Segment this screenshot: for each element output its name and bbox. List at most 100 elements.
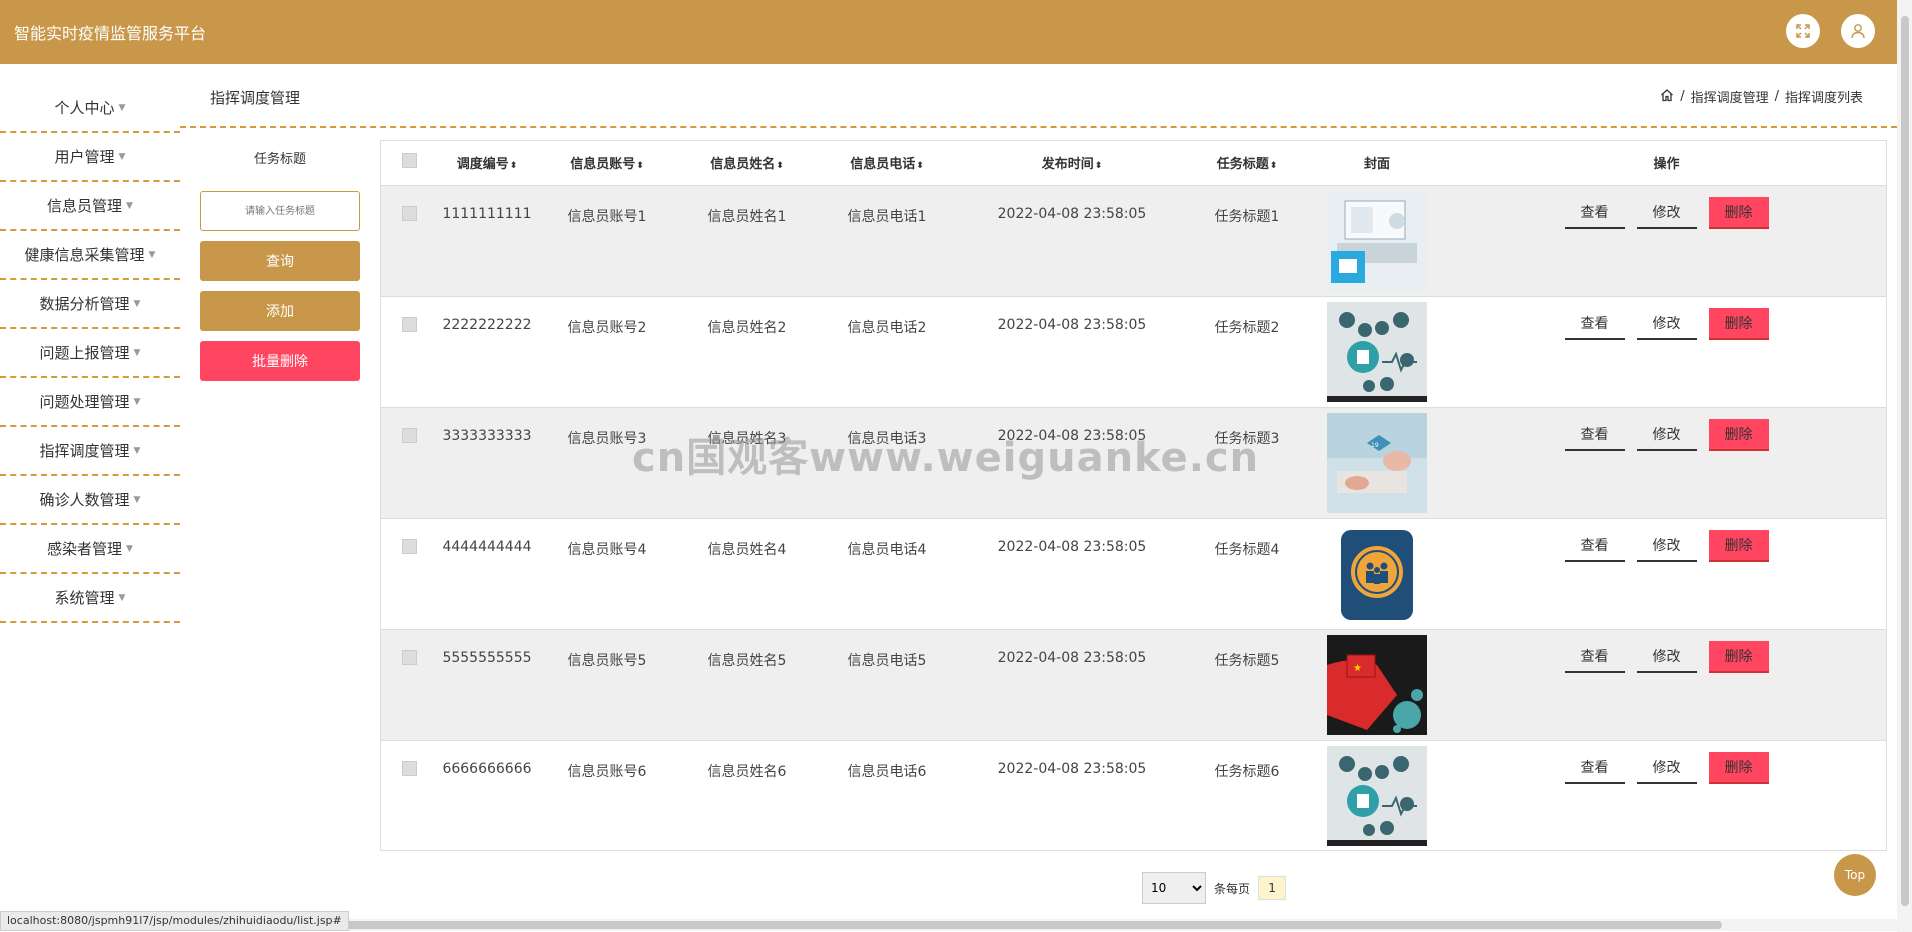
delete-button[interactable]: 删除	[1708, 529, 1769, 562]
table-row: 4444444444 信息员账号4 信息员姓名4 信息员电话4 2022-04-08 2…	[381, 518, 1886, 629]
view-button[interactable]: 查看	[1564, 641, 1625, 673]
row-checkbox[interactable]	[401, 538, 417, 554]
sidebar-item-personal-center[interactable]: 个人中心 ▼	[0, 84, 180, 133]
cell-publish-time: 2022-04-08 23:58:05	[997, 538, 1147, 555]
sidebar-item-users[interactable]: 用户管理 ▼	[0, 133, 180, 182]
sidebar-item-label: 信息员管理	[47, 197, 123, 215]
view-button[interactable]: 查看	[1564, 752, 1625, 784]
edit-button[interactable]: 修改	[1636, 530, 1697, 562]
sidebar-item-health-collection[interactable]: 健康信息采集管理 ▼	[0, 231, 180, 280]
cell-dispatch-id: 1111111111	[442, 205, 532, 222]
cell-name: 信息员姓名4	[707, 541, 787, 558]
sort-icon[interactable]: ⬍	[1095, 161, 1103, 171]
sort-icon[interactable]: ⬍	[916, 161, 924, 171]
sidebar-item-data-analysis[interactable]: 数据分析管理 ▼	[0, 280, 180, 329]
sidebar-item-infected[interactable]: 感染者管理 ▼	[0, 525, 180, 574]
sidebar-item-label: 系统管理	[54, 589, 115, 607]
cell-account: 信息员账号5	[567, 652, 647, 669]
svg-text:19: 19	[1371, 442, 1379, 449]
sidebar-item-command-dispatch[interactable]: 指挥调度管理 ▼	[0, 427, 180, 476]
cell-task-title: 任务标题2	[1214, 319, 1280, 336]
sidebar-item-system[interactable]: 系统管理 ▼	[0, 574, 180, 623]
sidebar-item-confirmed-cases[interactable]: 确诊人数管理 ▼	[0, 476, 180, 525]
back-to-top-button[interactable]: Top	[1834, 854, 1876, 896]
fullscreen-icon[interactable]	[1786, 14, 1820, 48]
delete-button[interactable]: 删除	[1708, 751, 1769, 784]
column-header[interactable]: 任务标题⬍	[1187, 141, 1307, 185]
row-checkbox[interactable]	[401, 760, 417, 776]
cell-phone: 信息员电话6	[847, 763, 927, 780]
user-icon[interactable]	[1841, 14, 1875, 48]
medical-laptop-image[interactable]	[1327, 190, 1427, 291]
view-button[interactable]: 查看	[1564, 419, 1625, 451]
caret-down-icon: ▼	[118, 151, 126, 162]
scrollbar-thumb[interactable]	[1901, 16, 1909, 906]
column-header[interactable]: 信息员账号⬍	[537, 141, 677, 185]
column-header: 封面	[1363, 157, 1390, 173]
delete-button[interactable]: 删除	[1708, 196, 1769, 229]
sort-icon[interactable]: ⬍	[510, 161, 518, 171]
add-button[interactable]: 添加	[200, 291, 360, 331]
batch-delete-button[interactable]: 批量删除	[200, 341, 360, 381]
sidebar-item-issue-handling[interactable]: 问题处理管理 ▼	[0, 378, 180, 427]
cell-dispatch-id: 2222222222	[442, 316, 532, 333]
fist-virus-image[interactable]: ★	[1327, 634, 1427, 735]
row-checkbox[interactable]	[401, 427, 417, 443]
sort-icon[interactable]: ⬍	[1270, 161, 1278, 171]
edit-button[interactable]: 修改	[1636, 419, 1697, 451]
column-header[interactable]: 信息员电话⬍	[817, 141, 957, 185]
table-row: 5555555555 信息员账号5 信息员姓名5 信息员电话5 2022-04-08 2…	[381, 629, 1886, 740]
medical-icons-image[interactable]	[1327, 301, 1427, 402]
column-header[interactable]: 发布时间⬍	[957, 141, 1187, 185]
sidebar-item-label: 用户管理	[54, 148, 115, 166]
per-page-label: 条每页	[1214, 881, 1251, 896]
people-badge-image[interactable]	[1327, 523, 1427, 624]
page-size-select[interactable]: 10	[1142, 872, 1206, 904]
home-icon[interactable]	[1660, 88, 1674, 106]
breadcrumb-separator: /	[1680, 89, 1685, 104]
delete-button[interactable]: 删除	[1708, 640, 1769, 673]
sidebar-item-label: 个人中心	[54, 99, 115, 117]
sidebar: 个人中心 ▼ 用户管理 ▼ 信息员管理 ▼ 健康信息采集管理 ▼ 数据分析管理 ▼ 问题上…	[0, 84, 180, 623]
cell-task-title: 任务标题4	[1214, 541, 1280, 558]
sidebar-item-informants[interactable]: 信息员管理 ▼	[0, 182, 180, 231]
medical-icons-image[interactable]	[1327, 745, 1427, 846]
column-header[interactable]: 信息员姓名⬍	[677, 141, 817, 185]
query-button[interactable]: 查询	[200, 241, 360, 281]
edit-button[interactable]: 修改	[1636, 197, 1697, 229]
sort-icon[interactable]: ⬍	[636, 161, 644, 171]
sort-icon[interactable]: ⬍	[776, 161, 784, 171]
column-header[interactable]: 调度编号⬍	[437, 141, 537, 185]
cell-phone: 信息员电话4	[847, 541, 927, 558]
cell-task-title: 任务标题6	[1214, 763, 1280, 780]
sidebar-item-label: 指挥调度管理	[39, 442, 130, 460]
breadcrumb-separator: /	[1774, 89, 1779, 104]
covid-hand-image[interactable]: 19	[1327, 412, 1427, 513]
cell-phone: 信息员电话5	[847, 652, 927, 669]
edit-button[interactable]: 修改	[1636, 308, 1697, 340]
delete-button[interactable]: 删除	[1708, 307, 1769, 340]
view-button[interactable]: 查看	[1564, 197, 1625, 229]
scrollbar-thumb[interactable]	[330, 921, 1722, 929]
sidebar-item-label: 确诊人数管理	[39, 491, 130, 509]
cell-account: 信息员账号6	[567, 763, 647, 780]
task-title-input[interactable]	[200, 191, 360, 231]
view-button[interactable]: 查看	[1564, 308, 1625, 340]
table-row: 6666666666 信息员账号6 信息员姓名6 信息员电话6 2022-04-08 2…	[381, 740, 1886, 850]
caret-down-icon: ▼	[148, 249, 156, 260]
vertical-scrollbar[interactable]	[1897, 0, 1912, 932]
row-checkbox[interactable]	[401, 316, 417, 332]
cell-account: 信息员账号4	[567, 541, 647, 558]
status-url: localhost:8080/jspmh91l7/jsp/modules/zhi…	[0, 911, 349, 931]
select-all-checkbox[interactable]	[401, 153, 417, 169]
view-button[interactable]: 查看	[1564, 530, 1625, 562]
sidebar-item-issue-report[interactable]: 问题上报管理 ▼	[0, 329, 180, 378]
cell-account: 信息员账号2	[567, 319, 647, 336]
edit-button[interactable]: 修改	[1636, 641, 1697, 673]
page-number-button[interactable]: 1	[1258, 876, 1287, 900]
row-checkbox[interactable]	[401, 649, 417, 665]
breadcrumb-item[interactable]: 指挥调度管理	[1691, 87, 1769, 106]
row-checkbox[interactable]	[401, 205, 417, 221]
edit-button[interactable]: 修改	[1636, 752, 1697, 784]
delete-button[interactable]: 删除	[1708, 418, 1769, 451]
